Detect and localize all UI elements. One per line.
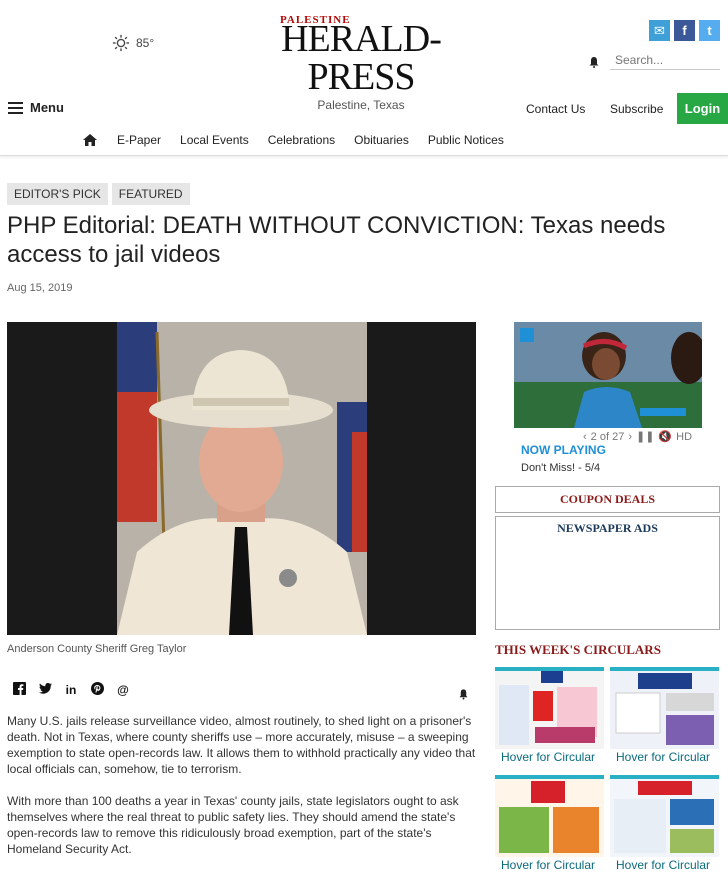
article-tags: EDITOR'S PICK FEATURED [7,183,190,205]
menu-label: Menu [30,100,64,115]
facebook-share-icon[interactable] [12,682,26,698]
circular-thumbnail-riteaid [495,671,604,749]
circulars-title: THIS WEEK'S CIRCULARS [495,642,661,657]
newspaper-ads-label: NEWSPAPER ADS [557,521,658,535]
video-player[interactable] [514,322,702,428]
menu-button[interactable]: Menu [8,100,64,115]
video-title[interactable]: Don't Miss! - 5/4 [521,462,600,474]
top-nav-row: Menu Contact Us Subscribe Login [0,92,728,124]
bell-icon[interactable] [588,56,600,68]
logo-main: HERALD-PRESS [281,18,442,98]
site-header: 85° PALESTINE HERALD-PRESS Palestine, Te… [0,0,728,112]
circular-card[interactable]: Hover for Circular [495,775,604,875]
circular-thumbnail-petsmart [610,779,719,857]
sheriff-portrait [7,322,476,635]
linkedin-share-icon[interactable]: in [64,683,78,697]
next-video-icon[interactable]: › [628,431,632,443]
weather-widget[interactable]: 85° [112,34,154,52]
sun-icon [112,34,130,52]
nav-item-obituaries[interactable]: Obituaries [354,133,409,147]
nav-item-public-notices[interactable]: Public Notices [428,133,504,147]
email-icon[interactable]: ✉ [649,20,670,41]
circular-thumbnail-jobLot [495,779,604,857]
email-share-icon[interactable]: @ [116,683,130,697]
login-button[interactable]: Login [677,93,728,124]
hamburger-icon [8,101,23,114]
article-paragraph: Many U.S. jails release surveillance vid… [7,714,476,776]
article-paragraph: With more than 100 deaths a year in Texa… [7,794,459,856]
circular-card[interactable]: Hover for Circular [610,775,719,875]
circular-card[interactable]: Hover for Circular [495,667,604,767]
home-icon[interactable] [82,133,98,147]
contact-us-link[interactable]: Contact Us [526,102,585,116]
video-thumbnail [514,322,702,428]
logo-top: PALESTINE [280,14,351,26]
article-headline: PHP Editorial: DEATH WITHOUT CONVICTION:… [7,212,666,268]
circular-caption: Hover for Circular [616,750,711,764]
share-bar: in @ [12,682,130,698]
nav-item-epaper[interactable]: E-Paper [117,133,161,147]
video-counter: 2 of 27 [590,430,625,443]
pinterest-share-icon[interactable] [90,682,104,698]
circular-caption: Hover for Circular [501,858,596,872]
search-input[interactable] [610,50,720,70]
article-photo[interactable] [7,322,476,635]
coupon-deals-button[interactable]: COUPON DEALS [495,486,720,513]
circular-caption: Hover for Circular [616,858,711,872]
temperature: 85° [136,36,155,50]
bell-icon-article[interactable] [458,688,469,700]
section-nav: E-Paper Local Events Celebrations Obitua… [0,124,728,156]
article-body: Many U.S. jails release surveillance vid… [7,713,477,873]
facebook-icon[interactable]: f [674,20,695,41]
tag-editors-pick[interactable]: EDITOR'S PICK [7,183,108,205]
mute-icon[interactable]: 🔇 [658,430,672,443]
twitter-share-icon[interactable] [38,683,52,697]
now-playing-label: NOW PLAYING [521,443,606,457]
prev-video-icon[interactable]: ‹ [583,431,587,443]
circular-caption: Hover for Circular [501,750,596,764]
article-date: Aug 15, 2019 [7,282,73,294]
circular-card[interactable]: Hover for Circular [610,667,719,767]
social-links: ✉ f t [649,20,720,41]
video-controls: ‹ 2 of 27 › ❚❚ 🔇 HD [583,430,692,444]
subscribe-link[interactable]: Subscribe [610,102,663,116]
twitter-icon[interactable]: t [699,20,720,41]
newspaper-ads-box[interactable]: NEWSPAPER ADS [495,516,720,630]
hd-toggle[interactable]: HD [676,431,692,443]
nav-item-local-events[interactable]: Local Events [180,133,249,147]
circular-thumbnail-bedbath [610,671,719,749]
pause-icon[interactable]: ❚❚ [636,430,654,443]
photo-caption: Anderson County Sheriff Greg Taylor [7,643,187,655]
tag-featured[interactable]: FEATURED [111,183,190,205]
nav-item-celebrations[interactable]: Celebrations [268,133,335,147]
